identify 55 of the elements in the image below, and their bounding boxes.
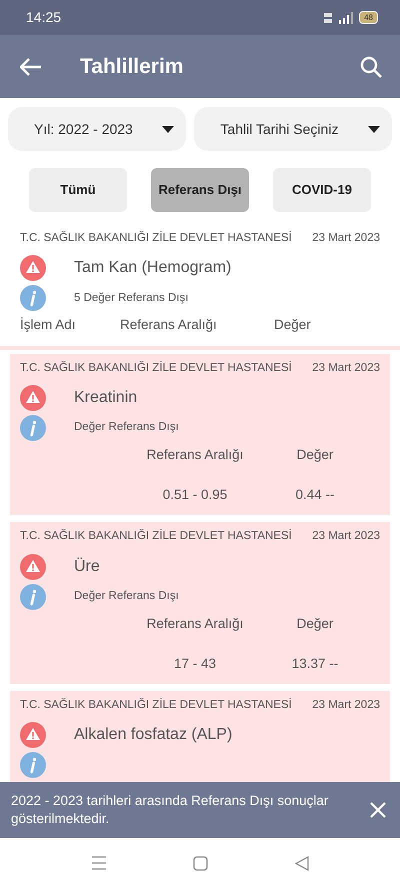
test-name: Kreatinin xyxy=(74,388,138,408)
warning-icon xyxy=(20,722,46,748)
dropdown-field[interactable]: Tahlil Tarihi Seçiniz xyxy=(194,107,392,151)
hospital-name: T.C. SAĞLIK BAKANLIĞI ZİLE DEVLET HASTANESİ xyxy=(20,528,292,544)
column-header: Değer xyxy=(296,446,334,464)
result-note: Değer Referans Dışı xyxy=(74,420,179,436)
hospital-name: T.C. SAĞLIK BAKANLIĞI ZİLE DEVLET HASTANESİ xyxy=(20,230,292,246)
warning-icon xyxy=(20,255,46,282)
result-value: 13.37 -- xyxy=(290,654,340,673)
column-header: Değer xyxy=(273,316,311,334)
back-arrow-icon[interactable] xyxy=(20,58,42,76)
warning-icon xyxy=(20,554,46,580)
info-icon xyxy=(20,414,46,441)
caret-icon xyxy=(162,126,174,132)
home-icon[interactable] xyxy=(193,856,208,870)
signal-icon xyxy=(337,12,356,24)
test-name: Üre xyxy=(74,556,100,576)
snackbar-message: 2022 - 2023 tarihleri arasında Referans Dışı sonuçlar gösterilmektedir. xyxy=(11,792,330,828)
result-value: 0.51 - 0.95 xyxy=(162,486,228,504)
column-header: Referans Aralığı xyxy=(146,446,244,464)
info-icon xyxy=(20,285,46,312)
column-header: Referans Aralığı xyxy=(146,614,244,633)
search-icon[interactable] xyxy=(360,56,382,78)
result-date: 23 Mart 2023 xyxy=(312,360,380,376)
page-title: Tahlillerim xyxy=(80,54,184,80)
hospital-name: T.C. SAĞLIK BAKANLIĞI ZİLE DEVLET HASTANESİ xyxy=(20,697,292,713)
column-header: Değer xyxy=(296,614,334,633)
test-name: Alkalen fosfataz (ALP) xyxy=(74,725,232,746)
filter-tab[interactable]: Referans Dışı xyxy=(151,168,249,212)
menu-icon[interactable] xyxy=(91,856,108,870)
info-icon xyxy=(20,584,46,610)
result-date: 23 Mart 2023 xyxy=(312,698,380,713)
result-note: Değer Referans Dışı xyxy=(74,588,179,604)
battery-icon: 48 xyxy=(359,11,378,24)
result-value: 17 - 43 xyxy=(172,654,218,673)
result-date: 23 Mart 2023 xyxy=(312,529,380,544)
column-header: İşlem Adı xyxy=(20,316,77,334)
warning-icon xyxy=(20,384,46,411)
result-date: 23 Mart 2023 xyxy=(312,231,380,246)
test-name: Tam Kan (Hemogram) xyxy=(74,258,232,278)
hospital-name: T.C. SAĞLIK BAKANLIĞI ZİLE DEVLET HASTANESİ xyxy=(20,360,292,376)
result-card[interactable]: T.C. SAĞLIK BAKANLIĞI ZİLE DEVLET HASTANESİ 23 Mart 2023 Kreatinin Değer Referans Dışı Referans Aralığı Değer 0.51 - 0.95 0.44 -- xyxy=(10,354,390,516)
status-time: 14:25 xyxy=(26,8,62,27)
info-icon xyxy=(20,752,46,778)
result-card[interactable]: T.C. SAĞLIK BAKANLIĞI ZİLE DEVLET HASTANESİ 23 Mart 2023 Alkalen fosfataz (ALP) xyxy=(10,691,390,782)
back-icon[interactable] xyxy=(294,856,309,870)
dropdown-field[interactable]: Yıl: 2022 - 2023 xyxy=(8,107,186,151)
result-card[interactable]: T.C. SAĞLIK BAKANLIĞI ZİLE DEVLET HASTANESİ 23 Mart 2023 Üre Değer Referans Dışı Referans Aralığı Değer 17 - 43 13.37 -- xyxy=(10,522,390,684)
column-header: Referans Aralığı xyxy=(120,316,218,334)
result-note: 5 Değer Referans Dışı xyxy=(74,290,188,306)
close-icon[interactable] xyxy=(370,802,386,818)
result-value: 0.44 -- xyxy=(294,486,336,504)
filter-tab[interactable]: COVID-19 xyxy=(273,168,371,212)
filter-tab[interactable]: Tümü xyxy=(29,168,127,212)
caret-icon xyxy=(368,126,380,132)
